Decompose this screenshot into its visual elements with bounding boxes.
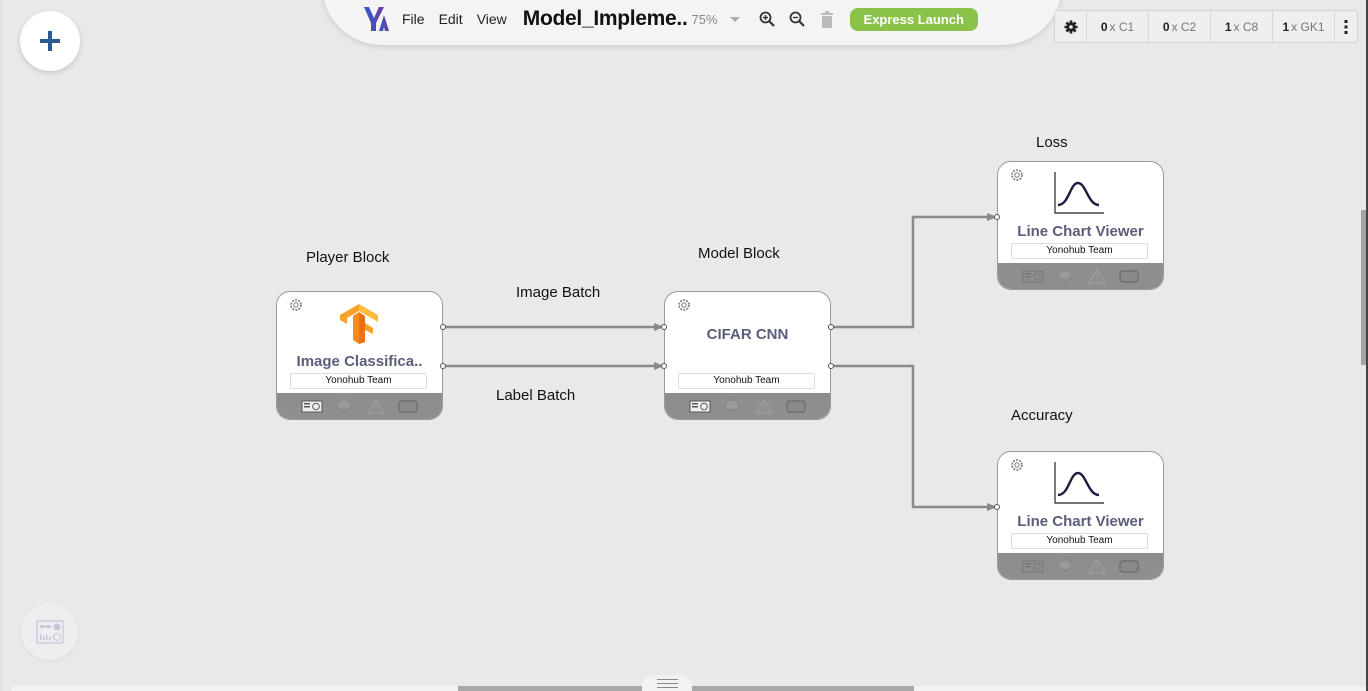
- plus-icon: [40, 31, 60, 51]
- resource-settings-button[interactable]: [1055, 11, 1087, 42]
- block-author: Yonohub Team: [1011, 533, 1148, 549]
- resource-label: x C1: [1109, 19, 1135, 34]
- resource-label: x C2: [1171, 19, 1197, 34]
- dashboard-button[interactable]: [21, 603, 78, 660]
- model-input-port-1[interactable]: [661, 324, 667, 330]
- window-icon[interactable]: [1118, 268, 1140, 284]
- player-output-port-2[interactable]: [440, 363, 446, 369]
- accuracy-block-label: Accuracy: [1011, 407, 1073, 424]
- resource-label: x GK1: [1291, 19, 1325, 34]
- window-icon[interactable]: [785, 398, 807, 414]
- gpu-icon[interactable]: [301, 398, 323, 414]
- block-settings-icon[interactable]: [1010, 168, 1024, 182]
- window-icon[interactable]: [1118, 558, 1140, 574]
- zoom-out-icon[interactable]: [788, 10, 806, 28]
- model-output-port-1[interactable]: [828, 324, 834, 330]
- block-author: Yonohub Team: [678, 373, 815, 389]
- dashboard-icon: [35, 619, 64, 644]
- block-footer: [998, 553, 1163, 579]
- block-author: Yonohub Team: [290, 373, 427, 389]
- warning-icon[interactable]: [1086, 558, 1108, 574]
- resource-count: 0: [1162, 19, 1170, 34]
- loss-input-port[interactable]: [994, 214, 1000, 220]
- add-block-button[interactable]: [20, 11, 80, 71]
- model-block[interactable]: CIFAR CNN Yonohub Team: [664, 291, 831, 420]
- gpu-icon[interactable]: [689, 398, 711, 414]
- block-settings-icon[interactable]: [677, 298, 691, 312]
- window-icon[interactable]: [397, 398, 419, 414]
- brain-icon[interactable]: [333, 398, 355, 414]
- resource-gk1[interactable]: 1x GK1: [1273, 11, 1335, 42]
- yonohub-logo-icon[interactable]: [362, 5, 392, 33]
- kebab-icon: [1344, 19, 1348, 34]
- resource-label: x C8: [1233, 19, 1259, 34]
- resource-c1[interactable]: 0x C1: [1087, 11, 1149, 42]
- block-title: Line Chart Viewer: [1017, 513, 1144, 530]
- model-input-port-2[interactable]: [661, 363, 667, 369]
- block-footer: [277, 393, 442, 419]
- player-block[interactable]: Image Classifica.. Yonohub Team: [276, 291, 443, 420]
- zoom-level: 75%: [691, 11, 718, 27]
- resource-count: 0: [1100, 19, 1108, 34]
- connection-loss[interactable]: [831, 213, 997, 329]
- block-settings-icon[interactable]: [289, 298, 303, 312]
- brain-icon[interactable]: [721, 398, 743, 414]
- trash-icon[interactable]: [818, 10, 836, 28]
- gear-icon: [1064, 20, 1077, 33]
- express-launch-button[interactable]: Express Launch: [849, 7, 978, 31]
- warning-icon[interactable]: [753, 398, 775, 414]
- brain-icon[interactable]: [1054, 558, 1076, 574]
- player-block-label: Player Block: [306, 249, 390, 266]
- zoom-dropdown-icon[interactable]: [729, 16, 740, 22]
- warning-icon[interactable]: [365, 398, 387, 414]
- model-output-port-2[interactable]: [828, 363, 834, 369]
- menu-file[interactable]: File: [402, 11, 425, 27]
- block-title: Line Chart Viewer: [1017, 223, 1144, 240]
- pipeline-canvas[interactable]: Player Block Model Block Loss Accuracy I…: [0, 0, 1368, 691]
- resource-bar: 0x C1 0x C2 1x C8 1x GK1: [1054, 10, 1358, 43]
- top-toolbar: File Edit View Model_Impleme.. 75% Expre…: [362, 4, 978, 34]
- warning-icon[interactable]: [1086, 268, 1108, 284]
- gpu-icon[interactable]: [1022, 558, 1044, 574]
- bottom-panel-handle[interactable]: [642, 675, 692, 691]
- menu-view[interactable]: View: [477, 11, 507, 27]
- block-author: Yonohub Team: [1011, 243, 1148, 259]
- menu-edit[interactable]: Edit: [439, 11, 463, 27]
- loss-block-label: Loss: [1036, 134, 1068, 151]
- resource-c2[interactable]: 0x C2: [1149, 11, 1211, 42]
- tensorflow-logo-icon: [340, 304, 378, 344]
- block-footer: [665, 393, 830, 419]
- resource-c8[interactable]: 1x C8: [1211, 11, 1273, 42]
- block-title: Image Classifica..: [296, 353, 423, 370]
- image-batch-label: Image Batch: [516, 284, 601, 301]
- resource-more-button[interactable]: [1335, 11, 1357, 42]
- connection-accuracy[interactable]: [831, 364, 997, 511]
- resource-count: 1: [1224, 19, 1232, 34]
- resource-count: 1: [1282, 19, 1290, 34]
- accuracy-viewer-block[interactable]: Line Chart Viewer Yonohub Team: [997, 451, 1164, 580]
- zoom-in-icon[interactable]: [758, 10, 776, 28]
- line-chart-icon: [1054, 462, 1104, 504]
- gpu-icon[interactable]: [1022, 268, 1044, 284]
- loss-viewer-block[interactable]: Line Chart Viewer Yonohub Team: [997, 161, 1164, 290]
- brain-icon[interactable]: [1054, 268, 1076, 284]
- label-batch-label: Label Batch: [496, 387, 576, 404]
- player-output-port-1[interactable]: [440, 324, 446, 330]
- line-chart-icon: [1054, 172, 1104, 214]
- block-title: CIFAR CNN: [706, 326, 789, 343]
- block-footer: [998, 263, 1163, 289]
- accuracy-input-port[interactable]: [994, 504, 1000, 510]
- model-block-label: Model Block: [698, 245, 780, 262]
- block-settings-icon[interactable]: [1010, 458, 1024, 472]
- document-title[interactable]: Model_Impleme..: [523, 7, 688, 31]
